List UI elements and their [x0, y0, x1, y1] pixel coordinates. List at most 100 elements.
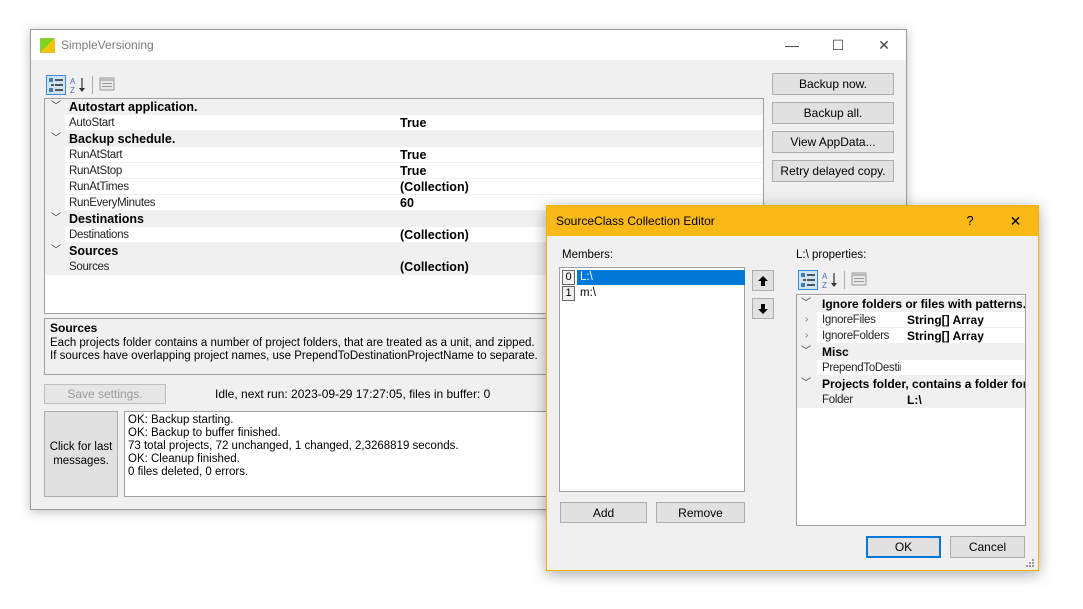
resize-grip-icon[interactable] [1025, 558, 1035, 568]
property-value[interactable]: True [400, 116, 426, 130]
property-name: PrependToDestinationProjectName [822, 362, 901, 374]
property-value[interactable]: String[] Array [907, 329, 984, 343]
members-list[interactable]: 0 L:\ 1 m:\ [559, 267, 745, 492]
property-pages-button[interactable] [98, 75, 118, 95]
property-row-prependtodestination[interactable]: PrependToDestinationProjectName [797, 360, 1025, 376]
member-property-grid[interactable]: ﹀ Ignore folders or files with patterns.… [796, 294, 1026, 526]
chevron-down-icon[interactable]: ﹀ [799, 376, 813, 392]
chevron-down-icon[interactable]: ﹀ [799, 344, 813, 360]
last-messages-button[interactable]: Click for last messages. [44, 411, 118, 497]
list-item[interactable]: 0 L:\ [562, 270, 746, 285]
ok-button[interactable]: OK [866, 536, 941, 558]
retry-delayed-copy-button[interactable]: Retry delayed copy. [772, 160, 894, 182]
row-gutter [45, 115, 65, 131]
move-down-button[interactable] [752, 298, 774, 319]
member-index: 0 [562, 270, 575, 285]
status-text: Idle, next run: 2023-09-29 17:27:05, fil… [215, 387, 491, 401]
category-label: Autostart application. [69, 100, 198, 114]
save-settings-button[interactable]: Save settings. [44, 384, 166, 404]
cancel-button[interactable]: Cancel [950, 536, 1025, 558]
window-title: SimpleVersioning [61, 38, 154, 52]
svg-text:A: A [822, 272, 828, 281]
property-row-ignorefiles[interactable]: › IgnoreFiles String[] Array [797, 312, 1025, 328]
add-button[interactable]: Add [560, 502, 647, 523]
property-value[interactable]: True [400, 148, 426, 162]
categorized-view-button[interactable] [46, 75, 66, 95]
view-appdata-button[interactable]: View AppData... [772, 131, 894, 153]
sort-az-icon: A Z [822, 272, 837, 290]
arrow-up-icon [758, 275, 768, 286]
property-pages-icon [99, 77, 115, 91]
chevron-down-icon[interactable]: ﹀ [49, 211, 63, 227]
property-value[interactable]: True [400, 164, 426, 178]
property-value[interactable]: String[] Array [907, 313, 984, 327]
property-row-runattimes[interactable]: RunAtTimes (Collection) [45, 179, 763, 195]
category-row-backup-schedule[interactable]: ﹀ Backup schedule. [45, 131, 763, 147]
chevron-down-icon[interactable]: ﹀ [799, 296, 813, 312]
dialog-title: SourceClass Collection Editor [556, 214, 715, 228]
category-row-ignore[interactable]: ﹀ Ignore folders or files with patterns. [797, 296, 1025, 312]
property-name: RunEveryMinutes [69, 197, 156, 209]
property-row-autostart[interactable]: AutoStart True [45, 115, 763, 131]
member-index: 1 [562, 286, 575, 301]
arrow-down-icon [758, 303, 768, 314]
svg-text:Z: Z [822, 281, 827, 290]
log-line: 0 files deleted, 0 errors. [128, 466, 249, 478]
property-value[interactable]: L:\ [907, 393, 922, 407]
property-value[interactable]: (Collection) [400, 260, 469, 274]
move-up-button[interactable] [752, 270, 774, 291]
members-label: Members: [562, 249, 614, 261]
collection-editor-dialog: SourceClass Collection Editor ? ✕ Member… [546, 205, 1039, 571]
row-gutter [45, 195, 65, 211]
chevron-down-icon[interactable]: ﹀ [49, 131, 63, 147]
maximize-button[interactable]: ☐ [815, 30, 861, 60]
property-pages-button[interactable] [850, 270, 870, 290]
log-line: OK: Cleanup finished. [128, 453, 240, 465]
property-name: Destinations [69, 229, 129, 241]
property-row-folder[interactable]: Folder L:\ [797, 392, 1025, 408]
chevron-right-icon[interactable]: › [805, 312, 808, 328]
property-value[interactable]: (Collection) [400, 180, 469, 194]
list-item[interactable]: 1 m:\ [562, 286, 746, 301]
row-gutter [45, 179, 65, 195]
property-name: IgnoreFolders [822, 330, 890, 342]
close-button[interactable]: ✕ [861, 30, 907, 60]
chevron-down-icon[interactable]: ﹀ [49, 99, 63, 115]
row-gutter [45, 227, 65, 243]
app-icon [40, 38, 55, 53]
alphabetical-view-button[interactable]: A Z [68, 75, 88, 95]
dialog-close-button[interactable]: ✕ [993, 206, 1038, 236]
category-label: Destinations [69, 212, 145, 226]
log-textbox[interactable]: OK: Backup starting. OK: Backup to buffe… [124, 411, 564, 497]
property-name: AutoStart [69, 117, 115, 129]
category-label: Ignore folders or files with patterns. [822, 297, 1026, 311]
alphabetical-view-button[interactable]: A Z [820, 270, 840, 290]
chevron-down-icon[interactable]: ﹀ [49, 243, 63, 259]
log-line: OK: Backup to buffer finished. [128, 427, 281, 439]
backup-all-button[interactable]: Backup all. [772, 102, 894, 124]
category-row-autostart[interactable]: ﹀ Autostart application. [45, 99, 763, 115]
property-row-runatstop[interactable]: RunAtStop True [45, 163, 763, 179]
categorized-icon [801, 273, 815, 287]
remove-button[interactable]: Remove [656, 502, 745, 523]
property-value[interactable]: 60 [400, 196, 414, 210]
category-label: Sources [69, 244, 119, 258]
categorized-view-button[interactable] [798, 270, 818, 290]
sort-az-icon: A Z [70, 77, 85, 95]
chevron-right-icon[interactable]: › [805, 328, 808, 344]
category-row-projects-folder[interactable]: ﹀ Projects folder, contains a folder for… [797, 376, 1025, 392]
svg-text:A: A [70, 77, 76, 86]
backup-now-button[interactable]: Backup now. [772, 73, 894, 95]
member-label: m:\ [580, 287, 596, 299]
minimize-button[interactable]: — [769, 30, 815, 60]
property-name: IgnoreFiles [822, 314, 876, 326]
dialog-titlebar[interactable]: SourceClass Collection Editor ? ✕ [547, 206, 1038, 236]
property-row-ignorefolders[interactable]: › IgnoreFolders String[] Array [797, 328, 1025, 344]
help-button[interactable]: ? [947, 206, 993, 236]
category-row-misc[interactable]: ﹀ Misc [797, 344, 1025, 360]
property-value[interactable]: (Collection) [400, 228, 469, 242]
categorized-icon [49, 78, 63, 92]
property-row-runatstart[interactable]: RunAtStart True [45, 147, 763, 163]
main-titlebar[interactable]: SimpleVersioning — ☐ ✕ [31, 30, 906, 60]
log-line: OK: Backup starting. [128, 414, 234, 426]
